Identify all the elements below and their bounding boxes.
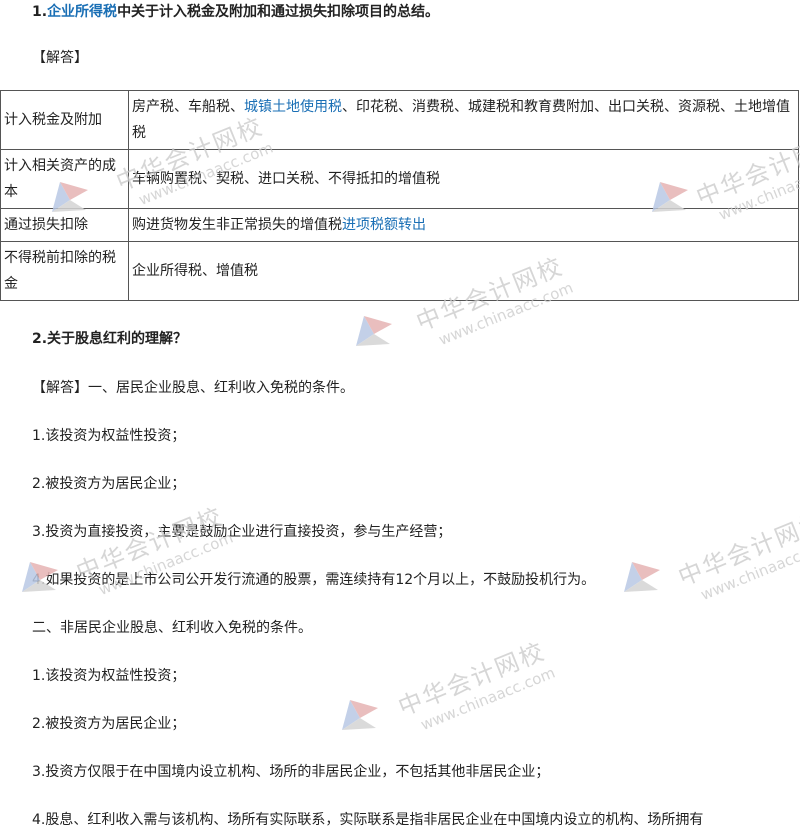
row-text: 房产税、车船税、 (132, 99, 244, 115)
answer-line: 4.如果投资的是上市公司公开发行流通的股票，需连续持有12个月以上，不鼓励投机行… (32, 572, 596, 588)
input-tax-transfer-out-link[interactable]: 进项税额转出 (342, 217, 426, 233)
question-2-title: 2.关于股息红利的理解？ (32, 331, 188, 347)
answer-line: 1.该投资为权益性投资； (32, 428, 186, 444)
watermark-text: 中华会计网校 (394, 637, 550, 722)
row-content: 购进货物发生非正常损失的增值税进项税额转出 (128, 208, 799, 242)
answer-line: 二、非居民企业股息、红利收入免税的条件。 (32, 620, 312, 636)
row-label: 通过损失扣除 (0, 208, 129, 242)
watermark-text: 中华会计网校 (674, 507, 800, 592)
row-content: 企业所得税、增值税 (128, 241, 799, 301)
answer-line: 3.投资方仅限于在中国境内设立机构、场所的非居民企业，不包括其他非居民企业； (32, 764, 550, 780)
question-1-title: 1.企业所得税中关于计入税金及附加和通过损失扣除项目的总结。 (32, 2, 439, 22)
answer-line: 1.该投资为权益性投资； (32, 668, 186, 684)
row-label: 计入税金及附加 (0, 90, 129, 150)
answer-label: 【解答】 (32, 50, 88, 66)
corporate-income-tax-link[interactable]: 企业所得税 (47, 4, 117, 20)
answer-line: 2.被投资方为居民企业； (32, 476, 186, 492)
question-1-text: 中关于计入税金及附加和通过损失扣除项目的总结。 (117, 4, 440, 20)
watermark-logo-icon (342, 700, 378, 730)
row-content: 车辆购置税、契税、进口关税、不得抵扣的增值税 (128, 149, 799, 209)
table-row: 计入税金及附加 房产税、车船税、城镇土地使用税、印花税、消费税、城建税和教育费附… (0, 90, 799, 150)
urban-land-use-tax-link[interactable]: 城镇土地使用税 (244, 99, 342, 115)
row-text: 购进货物发生非正常损失的增值税 (132, 217, 342, 233)
answer-line: 4.股息、红利收入需与该机构、场所有实际联系，实际联系是指非居民企业在中国境内设… (32, 812, 704, 828)
answer-line: 3.投资为直接投资，主要是鼓励企业进行直接投资，参与生产经营； (32, 524, 452, 540)
row-content: 房产税、车船税、城镇土地使用税、印花税、消费税、城建税和教育费附加、出口关税、资… (128, 90, 799, 150)
article-page: 1.企业所得税中关于计入税金及附加和通过损失扣除项目的总结。 【解答】 计入税金… (0, 0, 800, 830)
watermark-logo-icon (624, 562, 660, 592)
answer-line: 2.被投资方为居民企业； (32, 716, 186, 732)
answer-line: 【解答】一、居民企业股息、红利收入免税的条件。 (32, 380, 354, 396)
tax-summary-table: 计入税金及附加 房产税、车船税、城镇土地使用税、印花税、消费税、城建税和教育费附… (0, 90, 799, 301)
watermark-url: www.chinaacc.com (418, 663, 558, 734)
table-row: 不得税前扣除的税金 企业所得税、增值税 (0, 241, 799, 301)
table-row: 计入相关资产的成本 车辆购置税、契税、进口关税、不得抵扣的增值税 (0, 149, 799, 209)
question-1-number: 1. (32, 4, 48, 20)
watermark-logo-icon (356, 316, 392, 346)
table-row: 通过损失扣除 购进货物发生非正常损失的增值税进项税额转出 (0, 208, 799, 242)
row-label: 计入相关资产的成本 (0, 149, 129, 209)
watermark: 中华会计网校 www.chinaacc.com (392, 631, 558, 739)
watermark-url: www.chinaacc.com (698, 533, 800, 604)
row-label: 不得税前扣除的税金 (0, 241, 129, 301)
watermark: 中华会计网校 www.chinaacc.com (672, 501, 800, 609)
